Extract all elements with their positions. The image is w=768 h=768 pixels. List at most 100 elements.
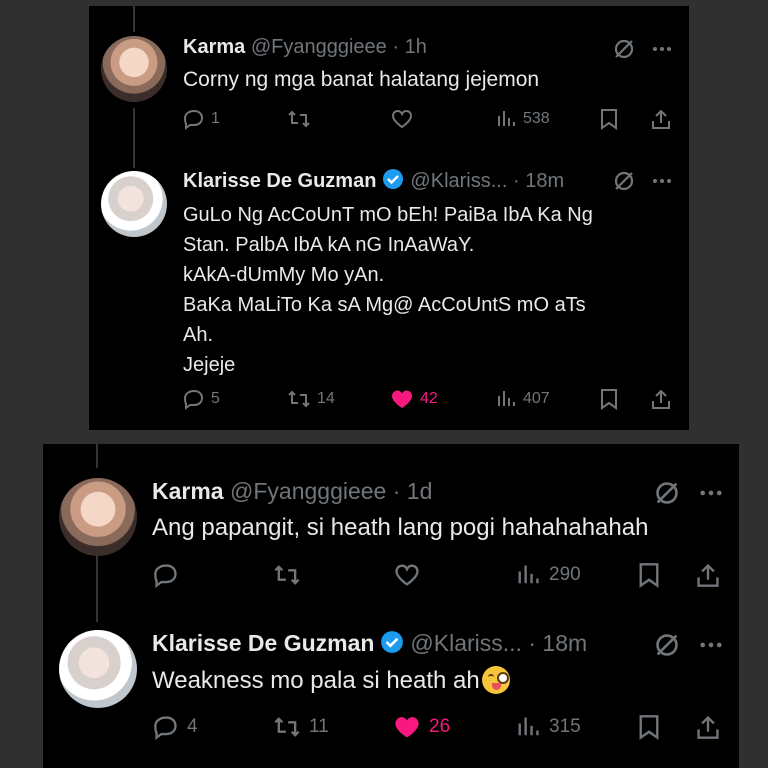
reply-button[interactable]: 1 xyxy=(183,108,220,130)
tweet-actions: 5 14 42 407 xyxy=(89,386,689,412)
tweet-header: Karma @Fyangggieee · 1d xyxy=(152,478,432,505)
share-button[interactable] xyxy=(695,714,721,740)
grok-icon[interactable] xyxy=(654,480,680,511)
handle[interactable]: @Fyangggieee xyxy=(251,36,387,58)
views-icon xyxy=(518,717,539,736)
grok-icon[interactable] xyxy=(613,170,635,197)
separator-dot: · xyxy=(392,36,400,58)
avatar[interactable] xyxy=(59,478,137,556)
views-count: 315 xyxy=(549,716,581,737)
reply-count: 5 xyxy=(211,390,220,407)
tweet-text-line: kAkA-dUmMy Mo yAn. xyxy=(183,264,385,286)
retweet-button[interactable]: 14 xyxy=(287,388,335,410)
tweet-text: Ang papangit, si heath lang pogi hahahah… xyxy=(152,514,649,541)
views-button[interactable]: 315 xyxy=(515,714,581,740)
tweet-text: Weakness mo pala si heath ah xyxy=(152,666,510,695)
retweet-count: 14 xyxy=(317,390,335,407)
heart-icon xyxy=(391,109,413,129)
heart-filled-icon xyxy=(392,390,412,408)
views-count: 538 xyxy=(523,110,550,127)
more-icon[interactable] xyxy=(698,632,724,663)
grok-icon[interactable] xyxy=(613,38,635,65)
bookmark-icon xyxy=(639,715,659,740)
avatar[interactable] xyxy=(59,630,137,708)
more-icon[interactable] xyxy=(651,38,673,65)
bookmark-button[interactable] xyxy=(599,388,619,410)
heart-icon xyxy=(395,564,419,586)
reply-icon xyxy=(183,109,204,130)
retweet-icon xyxy=(288,110,310,128)
views-button[interactable]: 407 xyxy=(495,388,550,410)
timestamp[interactable]: 1d xyxy=(407,478,433,504)
views-button[interactable]: 538 xyxy=(495,108,550,130)
reply-count: 1 xyxy=(211,110,220,127)
share-button[interactable] xyxy=(650,388,672,410)
heart-filled-icon xyxy=(395,717,419,738)
like-count: 42 xyxy=(420,390,438,407)
tweet-text-line: Stan. PalbA IbA kA nG InAaWaY. xyxy=(183,234,475,256)
retweet-icon xyxy=(288,390,310,408)
retweet-button[interactable] xyxy=(287,108,311,130)
handle[interactable]: @Klariss... xyxy=(410,170,507,192)
tweet-actions: 4 11 26 315 xyxy=(43,712,739,742)
handle[interactable]: @Fyangggieee xyxy=(230,478,386,504)
like-button[interactable]: 42 xyxy=(390,388,438,410)
tweet-text-line: GuLo Ng AcCoUnT mO bEh! PaiBa IbA Ka Ng xyxy=(183,204,593,226)
reply-button[interactable] xyxy=(153,562,179,588)
retweet-icon xyxy=(274,565,300,585)
views-icon xyxy=(518,565,539,584)
winking-face-with-tongue-icon xyxy=(481,666,510,694)
views-icon xyxy=(498,391,515,406)
like-button[interactable] xyxy=(390,108,414,130)
timestamp[interactable]: 18m xyxy=(542,630,587,656)
retweet-button[interactable]: 11 xyxy=(273,714,329,740)
thread-line xyxy=(96,444,98,468)
avatar[interactable] xyxy=(101,171,167,237)
bookmark-icon xyxy=(601,109,617,130)
tweet-text: GuLo Ng AcCoUnT mO bEh! PaiBa IbA Ka Ng … xyxy=(183,200,593,380)
screenshot-panel-bottom: Karma @Fyangggieee · 1d Ang papangit, si… xyxy=(43,444,739,768)
display-name[interactable]: Karma xyxy=(183,36,245,58)
retweet-icon xyxy=(274,717,300,737)
thread-line xyxy=(133,6,135,32)
tweet-text: Corny ng mga banat halatang jejemon xyxy=(183,68,540,91)
tweet-text-content: Weakness mo pala si heath ah xyxy=(152,667,480,694)
reply-button[interactable]: 4 xyxy=(153,714,198,740)
handle[interactable]: @Klariss... xyxy=(410,630,522,656)
views-count: 407 xyxy=(523,390,550,407)
bookmark-button[interactable] xyxy=(637,714,661,740)
like-button[interactable] xyxy=(393,562,421,588)
like-count: 26 xyxy=(429,716,451,737)
retweet-button[interactable] xyxy=(273,562,301,588)
views-button[interactable]: 290 xyxy=(515,562,581,588)
separator-dot: · xyxy=(528,630,537,656)
share-icon xyxy=(652,109,670,129)
separator-dot: · xyxy=(392,478,401,504)
share-icon xyxy=(697,563,719,587)
bookmark-button[interactable] xyxy=(637,562,661,588)
display-name[interactable]: Karma xyxy=(152,478,224,504)
display-name[interactable]: Klarisse De Guzman xyxy=(152,630,374,656)
grok-icon[interactable] xyxy=(654,632,680,663)
separator-dot: · xyxy=(512,170,520,192)
retweet-count: 11 xyxy=(309,716,329,737)
tweet-header: Karma @Fyangggieee · 1h xyxy=(183,36,427,59)
more-icon[interactable] xyxy=(698,480,724,511)
bookmark-icon xyxy=(601,389,617,410)
timestamp[interactable]: 18m xyxy=(525,170,564,192)
timestamp[interactable]: 1h xyxy=(405,36,427,58)
tweet-header: Klarisse De Guzman @Klariss... · 18m xyxy=(183,168,564,196)
reply-button[interactable]: 5 xyxy=(183,388,220,410)
reply-icon xyxy=(154,564,177,588)
like-button[interactable]: 26 xyxy=(393,714,450,740)
share-icon xyxy=(652,389,670,409)
tweet-actions: 290 xyxy=(43,560,739,590)
display-name[interactable]: Klarisse De Guzman xyxy=(183,170,376,192)
more-icon[interactable] xyxy=(651,170,673,197)
share-icon xyxy=(697,715,719,739)
share-button[interactable] xyxy=(695,562,721,588)
reply-icon xyxy=(154,716,177,740)
avatar[interactable] xyxy=(101,36,167,102)
bookmark-button[interactable] xyxy=(599,108,619,130)
share-button[interactable] xyxy=(650,108,672,130)
